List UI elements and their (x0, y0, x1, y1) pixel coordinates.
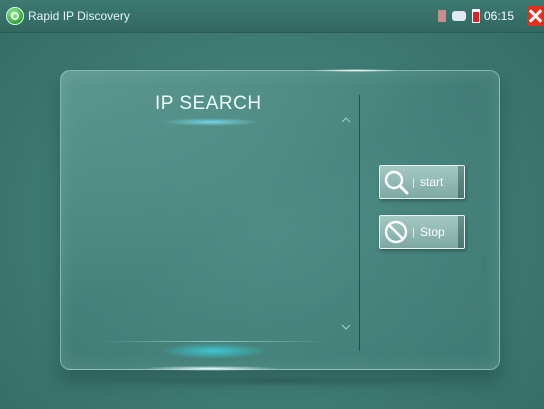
button-separator (413, 178, 414, 188)
heading-glow (161, 118, 261, 126)
ip-search-panel: IP SEARCH start Stop (60, 69, 500, 371)
status-clock: 06:15 (484, 9, 515, 23)
ip-result-list[interactable]: IP SEARCH (99, 93, 361, 359)
scroll-up-icon[interactable] (341, 115, 351, 125)
network-icon (452, 11, 466, 21)
scroll-down-icon[interactable] (341, 323, 351, 333)
panel-divider (359, 95, 360, 351)
start-button[interactable]: start (379, 165, 465, 199)
title-bar: Rapid IP Discovery 06:15 (0, 0, 544, 33)
stop-button-label: Stop (420, 225, 445, 239)
stop-icon (383, 219, 409, 245)
battery-icon (472, 9, 480, 23)
list-bottom-line (99, 341, 329, 342)
magnifier-icon (383, 169, 409, 195)
panel-glint (311, 69, 401, 72)
stop-button[interactable]: Stop (379, 215, 465, 249)
button-separator (413, 228, 414, 238)
app-icon (6, 7, 24, 25)
panel-heading: IP SEARCH (155, 93, 262, 114)
list-bottom-glow (159, 343, 269, 359)
app-title: Rapid IP Discovery (28, 9, 130, 23)
sd-card-icon (438, 10, 446, 22)
button-edge (458, 216, 464, 248)
start-button-label: start (420, 175, 444, 189)
panel-glint-bottom (141, 366, 281, 371)
button-edge (458, 166, 464, 198)
close-icon[interactable] (527, 6, 544, 26)
panel-shadow (58, 376, 498, 386)
